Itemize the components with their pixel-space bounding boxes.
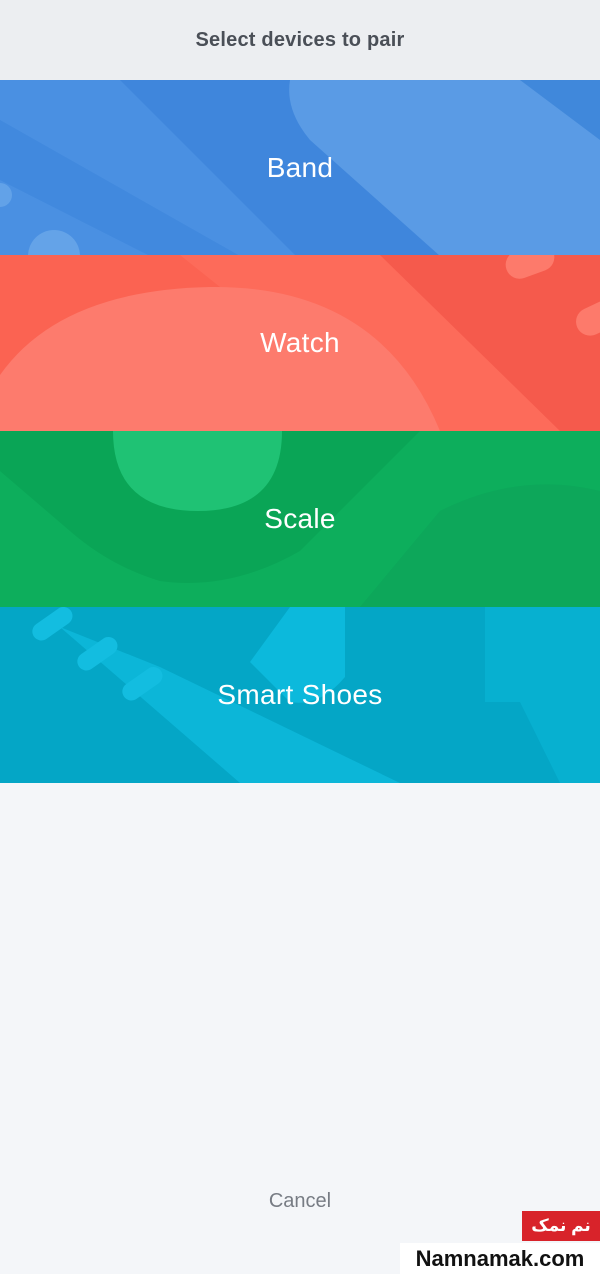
page-title: Select devices to pair: [195, 28, 405, 51]
device-option-watch[interactable]: Watch: [0, 255, 600, 431]
device-label-scale: Scale: [264, 503, 336, 534]
header-bar: Select devices to pair: [0, 0, 600, 80]
device-option-band[interactable]: Band: [0, 80, 600, 255]
device-label-smart-shoes: Smart Shoes: [217, 679, 383, 710]
cancel-button[interactable]: Cancel: [0, 1190, 600, 1213]
device-label-watch: Watch: [260, 327, 340, 358]
device-label-band: Band: [266, 151, 334, 183]
device-list: Band Watch Scale Smart Shoes: [0, 80, 600, 783]
device-option-scale[interactable]: Scale: [0, 431, 600, 607]
watermark-logo: نم نمک: [522, 1211, 600, 1241]
device-option-smart-shoes[interactable]: Smart Shoes: [0, 607, 600, 783]
watermark-site-text: Namnamak.com: [400, 1243, 600, 1274]
